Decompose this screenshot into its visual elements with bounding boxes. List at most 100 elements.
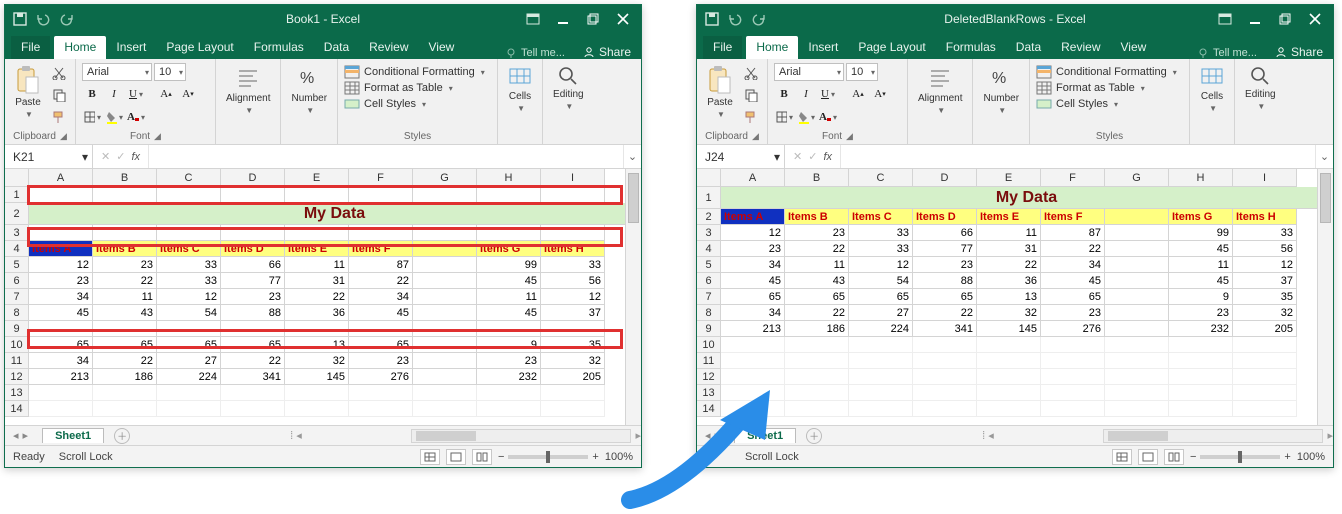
cell[interactable]: 65 (93, 337, 157, 353)
cell[interactable]: 34 (721, 257, 785, 273)
minimize-icon[interactable] (1247, 11, 1263, 27)
cell[interactable] (977, 401, 1041, 417)
column-header[interactable]: D (221, 169, 285, 187)
cell[interactable]: 13 (977, 289, 1041, 305)
restore-icon[interactable] (585, 11, 601, 27)
tab-view[interactable]: View (419, 36, 465, 59)
cell[interactable]: 12 (157, 289, 221, 305)
tab-data[interactable]: Data (314, 36, 359, 59)
format-as-table-button[interactable]: Format as Table▾ (1036, 81, 1183, 95)
cell[interactable] (285, 321, 349, 337)
cell[interactable]: 22 (1041, 241, 1105, 257)
cell[interactable] (1105, 273, 1169, 289)
underline-icon[interactable]: U▾ (126, 84, 146, 104)
cell[interactable]: 31 (285, 273, 349, 289)
tab-formulas[interactable]: Formulas (936, 36, 1006, 59)
cell[interactable] (285, 401, 349, 417)
cell[interactable]: 186 (93, 369, 157, 385)
cell[interactable]: 56 (541, 273, 605, 289)
cell[interactable]: 22 (785, 241, 849, 257)
select-all[interactable] (697, 169, 721, 187)
cell[interactable]: 23 (221, 289, 285, 305)
expand-fx-icon[interactable]: ⌄ (1315, 145, 1333, 168)
cell[interactable] (1105, 305, 1169, 321)
conditional-formatting-button[interactable]: Conditional Formatting▾ (344, 65, 491, 79)
cell[interactable]: 11 (285, 257, 349, 273)
editing-button[interactable]: Editing▼ (549, 63, 588, 113)
cell[interactable]: 9 (1169, 289, 1233, 305)
fx-icon[interactable]: fx (823, 151, 832, 163)
cell[interactable] (29, 385, 93, 401)
cell[interactable] (849, 385, 913, 401)
sheet-tab[interactable]: Sheet1 (734, 428, 796, 443)
column-header[interactable]: E (977, 169, 1041, 187)
cells-button[interactable]: Cells▼ (504, 63, 536, 115)
cell[interactable] (1233, 369, 1297, 385)
tab-home[interactable]: Home (746, 36, 798, 59)
share-button[interactable]: Share (573, 45, 641, 59)
row-header[interactable]: 12 (697, 369, 721, 385)
cell[interactable]: 54 (849, 273, 913, 289)
cell[interactable] (93, 187, 157, 203)
enter-fx-icon[interactable]: ✓ (116, 150, 125, 163)
zoom-level[interactable]: 100% (1297, 451, 1325, 463)
cell[interactable]: 65 (157, 337, 221, 353)
cell[interactable]: 99 (477, 257, 541, 273)
cell[interactable]: 35 (1233, 289, 1297, 305)
cell[interactable]: 22 (349, 273, 413, 289)
cell[interactable]: 213 (721, 321, 785, 337)
cell[interactable]: 11 (977, 225, 1041, 241)
cell[interactable]: 23 (93, 257, 157, 273)
cell[interactable]: 13 (285, 337, 349, 353)
redo-icon[interactable] (59, 12, 75, 26)
grow-font-icon[interactable]: A▴ (848, 84, 868, 104)
tab-home[interactable]: Home (54, 36, 106, 59)
cell[interactable]: 12 (1233, 257, 1297, 273)
cell[interactable] (1169, 369, 1233, 385)
format-painter-icon[interactable] (741, 107, 761, 127)
cell[interactable]: 33 (157, 257, 221, 273)
cell[interactable]: 145 (977, 321, 1041, 337)
tab-review[interactable]: Review (359, 36, 418, 59)
cell[interactable] (157, 187, 221, 203)
cell[interactable]: 23 (29, 273, 93, 289)
cell[interactable] (413, 401, 477, 417)
cell[interactable]: 12 (29, 257, 93, 273)
cell[interactable]: 23 (1169, 305, 1233, 321)
row-header[interactable]: 5 (5, 257, 29, 273)
cell[interactable] (849, 353, 913, 369)
cell[interactable] (541, 225, 605, 241)
page-layout-view-icon[interactable] (446, 449, 466, 465)
cell[interactable]: 65 (349, 337, 413, 353)
cell[interactable]: 23 (913, 257, 977, 273)
cell[interactable]: 22 (785, 305, 849, 321)
cell[interactable] (29, 225, 93, 241)
horizontal-scrollbar[interactable] (1103, 429, 1323, 443)
cell[interactable] (977, 385, 1041, 401)
font-size-combo[interactable]: 10▾ (846, 63, 878, 81)
bold-icon[interactable]: B (82, 84, 102, 104)
sheet-prev-icon[interactable]: ◂ (13, 429, 19, 442)
cell[interactable]: 45 (477, 305, 541, 321)
cell[interactable] (285, 187, 349, 203)
tab-insert[interactable]: Insert (106, 36, 156, 59)
close-icon[interactable] (1307, 11, 1323, 27)
format-painter-icon[interactable] (49, 107, 69, 127)
dialog-launcher-icon[interactable]: ◢ (60, 131, 67, 142)
formula-input[interactable] (841, 145, 1315, 168)
cell[interactable]: 12 (721, 225, 785, 241)
cell[interactable]: 34 (721, 305, 785, 321)
cell[interactable] (1041, 337, 1105, 353)
cell[interactable] (1233, 337, 1297, 353)
copy-icon[interactable] (49, 85, 69, 105)
cell[interactable] (413, 289, 477, 305)
cell[interactable] (541, 321, 605, 337)
cell[interactable] (157, 225, 221, 241)
cell[interactable]: 65 (913, 289, 977, 305)
cell[interactable] (221, 385, 285, 401)
borders-icon[interactable]: ▾ (774, 107, 794, 127)
ribbon-display-icon[interactable] (525, 11, 541, 27)
cell[interactable]: 205 (541, 369, 605, 385)
cell[interactable]: 22 (285, 289, 349, 305)
cell[interactable] (1169, 385, 1233, 401)
